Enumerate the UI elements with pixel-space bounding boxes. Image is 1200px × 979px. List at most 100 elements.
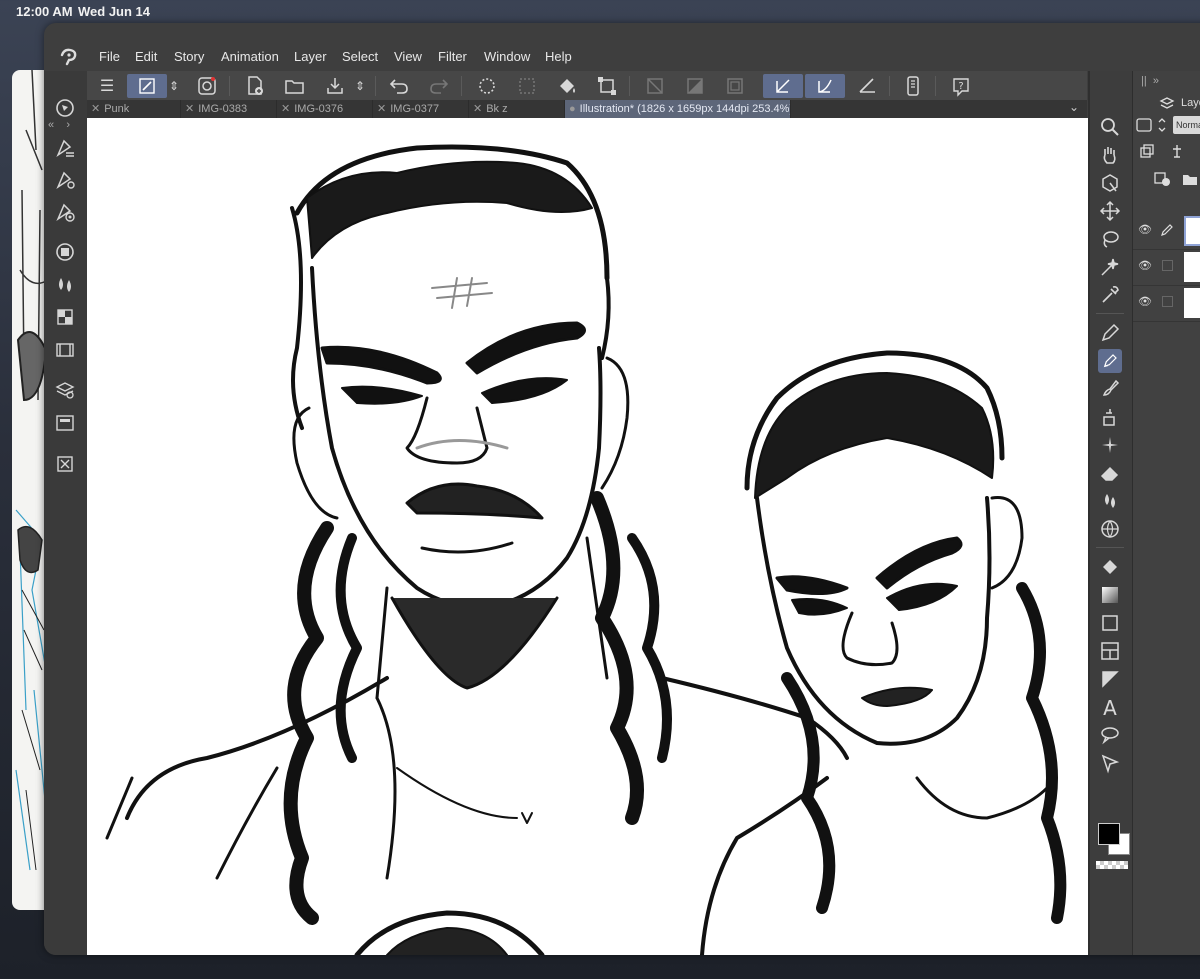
reference-layer-icon[interactable] — [1169, 143, 1185, 159]
main-color-swatch[interactable] — [1098, 823, 1120, 845]
deselect-icon[interactable] — [643, 74, 667, 98]
new-layer-icon[interactable] — [1153, 171, 1171, 187]
clear-outside-icon[interactable] — [515, 74, 539, 98]
lasso-icon[interactable] — [1098, 227, 1122, 251]
tab-punk[interactable]: ✕ Punk — [87, 100, 181, 118]
close-panel-icon[interactable] — [54, 453, 76, 475]
snap-special-ruler-button[interactable] — [805, 74, 845, 98]
hand-icon[interactable] — [1098, 143, 1122, 167]
tool-property-icon[interactable] — [54, 169, 76, 191]
collapse-left-icon[interactable]: « › — [48, 119, 70, 131]
figure-icon[interactable] — [1098, 611, 1122, 635]
app-logo-icon[interactable] — [58, 47, 80, 67]
layer-property-icon[interactable] — [54, 379, 76, 401]
menu-select[interactable]: Select — [342, 49, 378, 64]
new-file-icon[interactable] — [243, 74, 267, 98]
tab-bk-z[interactable]: ✕ Bk z — [469, 100, 565, 118]
blend-mode-icon[interactable] — [1135, 116, 1169, 134]
layer-row-2[interactable]: 👁 — [1133, 249, 1200, 286]
menu-filter[interactable]: Filter — [438, 49, 467, 64]
fill-icon[interactable] — [555, 74, 579, 98]
edit-pencil-icon[interactable] — [1160, 223, 1174, 237]
frame-border-icon[interactable] — [1098, 639, 1122, 663]
help-icon[interactable]: ? — [949, 74, 973, 98]
close-tab-icon[interactable]: ✕ — [377, 103, 386, 115]
close-tab-icon[interactable]: ✕ — [473, 103, 482, 115]
layer-row-1[interactable]: 👁 — [1133, 213, 1200, 250]
text-icon[interactable]: A — [1098, 695, 1122, 719]
balloon-icon[interactable] — [1098, 723, 1122, 747]
visibility-eye-icon[interactable]: 👁 — [1138, 295, 1152, 309]
menu-edit[interactable]: Edit — [135, 49, 157, 64]
snap-ruler-button[interactable] — [763, 74, 803, 98]
operation-icon[interactable] — [1098, 171, 1122, 195]
timeline-icon[interactable] — [54, 339, 76, 361]
undo-icon[interactable] — [387, 74, 411, 98]
pen-icon[interactable] — [1098, 321, 1122, 345]
new-folder-icon[interactable] — [1181, 171, 1199, 187]
hamburger-menu-icon[interactable]: ☰ — [95, 74, 119, 98]
color-wheel-icon[interactable] — [54, 241, 76, 263]
drawing-canvas[interactable] — [87, 118, 1088, 955]
brush-size-icon[interactable] — [54, 201, 76, 223]
close-tab-icon[interactable]: ✕ — [281, 103, 290, 115]
menu-view[interactable]: View — [394, 49, 422, 64]
sub-tool-pen-icon[interactable] — [54, 137, 76, 159]
clear-icon[interactable] — [475, 74, 499, 98]
menu-help[interactable]: Help — [545, 49, 572, 64]
blend-mode-select[interactable]: Normal — [1173, 116, 1200, 134]
transparent-color-swatch[interactable] — [1096, 861, 1128, 869]
open-folder-icon[interactable] — [283, 74, 307, 98]
menu-story[interactable]: Story — [174, 49, 204, 64]
gradient-icon[interactable] — [1098, 583, 1122, 607]
correct-line-icon[interactable] — [1098, 751, 1122, 775]
item-bank-icon[interactable] — [54, 412, 76, 434]
companion-mode-icon[interactable] — [195, 74, 219, 98]
mode-toggle-icon[interactable]: ⇕ — [167, 74, 181, 98]
menu-window[interactable]: Window — [484, 49, 530, 64]
tab-illustration[interactable]: ● Illustration* (1826 x 1659px 144dpi 253… — [565, 100, 791, 118]
airbrush-icon[interactable] — [1098, 405, 1122, 429]
layer-row-3[interactable]: 👁 — [1133, 285, 1200, 322]
ruler-icon[interactable] — [1098, 667, 1122, 691]
close-tab-icon[interactable]: ✕ — [91, 103, 100, 115]
blend-icon[interactable] — [1098, 489, 1122, 513]
move-layer-icon[interactable] — [1098, 199, 1122, 223]
save-icon[interactable] — [323, 74, 347, 98]
brush-icon[interactable] — [1098, 377, 1122, 401]
snap-grid-icon[interactable] — [855, 74, 879, 98]
auto-select-icon[interactable] — [1098, 255, 1122, 279]
pencil-tool-button[interactable] — [1098, 349, 1122, 373]
fill-bucket-icon[interactable] — [1098, 517, 1122, 541]
redo-icon[interactable] — [427, 74, 451, 98]
simple-mode-button[interactable] — [127, 74, 167, 98]
tab-img-0376[interactable]: ✕ IMG-0376 — [277, 100, 373, 118]
smartphone-connect-icon[interactable] — [901, 74, 925, 98]
eyedropper-icon[interactable] — [1098, 283, 1122, 307]
eraser-icon[interactable] — [1098, 461, 1122, 485]
menu-animation[interactable]: Animation — [221, 49, 279, 64]
save-options-icon[interactable]: ⇕ — [353, 74, 367, 98]
tab-img-0377[interactable]: ✕ IMG-0377 — [373, 100, 469, 118]
close-tab-icon[interactable]: ✕ — [185, 103, 194, 115]
visibility-eye-icon[interactable]: 👁 — [1138, 223, 1152, 237]
show-selection-icon[interactable] — [723, 74, 747, 98]
zoom-icon[interactable] — [1098, 115, 1122, 139]
menu-layer[interactable]: Layer — [294, 49, 327, 64]
layer-lock-checkbox[interactable] — [1162, 296, 1173, 307]
transform-icon[interactable] — [595, 74, 619, 98]
layer-lock-checkbox[interactable] — [1162, 260, 1173, 271]
tab-img-0383[interactable]: ✕ IMG-0383 — [181, 100, 277, 118]
color-set-icon[interactable] — [54, 274, 76, 296]
paint-fill-icon[interactable] — [1098, 555, 1122, 579]
chevron-down-icon[interactable]: ⌄ — [1069, 100, 1079, 114]
menu-file[interactable]: File — [99, 49, 120, 64]
tab-label: IMG-0377 — [390, 103, 440, 115]
layer-copy-icon[interactable] — [1139, 143, 1155, 159]
invert-selection-icon[interactable] — [683, 74, 707, 98]
panel-collapse-icon[interactable]: || » — [1141, 75, 1159, 87]
decoration-icon[interactable] — [1098, 433, 1122, 457]
material-icon[interactable] — [54, 306, 76, 328]
navigator-icon[interactable] — [54, 97, 76, 119]
visibility-eye-icon[interactable]: 👁 — [1138, 259, 1152, 273]
